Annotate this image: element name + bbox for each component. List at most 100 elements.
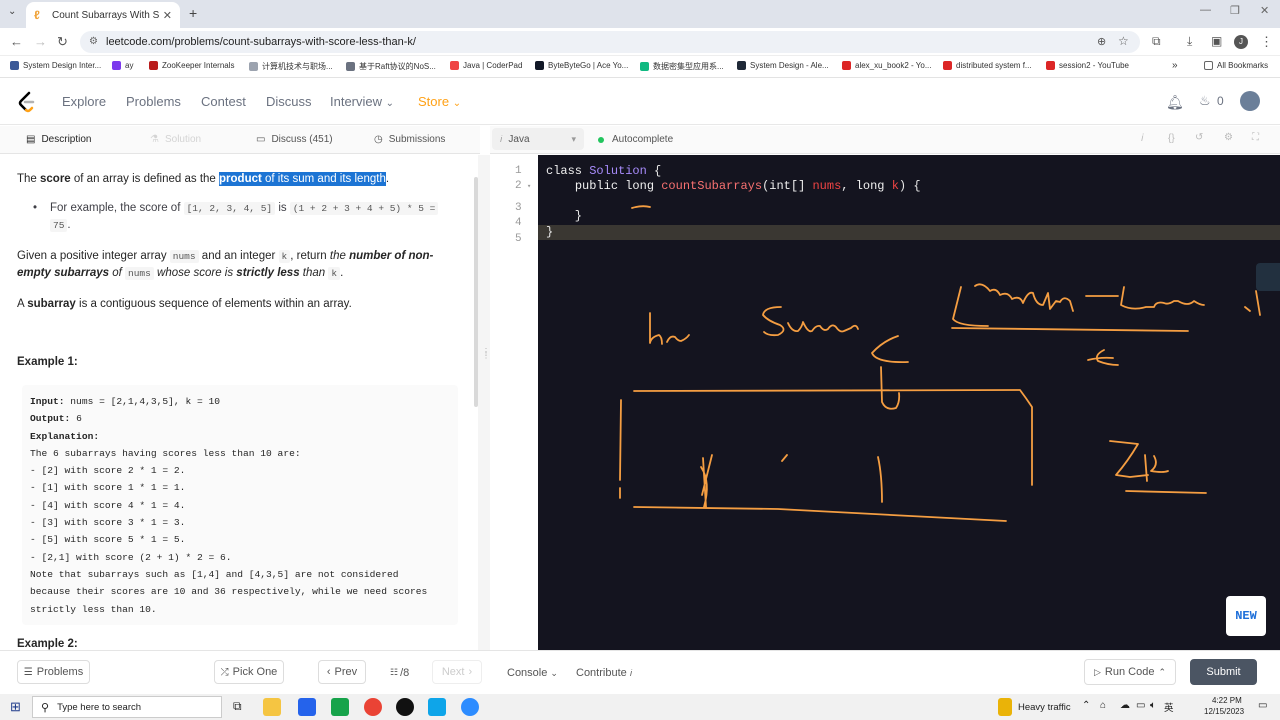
bookmark-item[interactable]: alex_xu_book2 - Yo... bbox=[842, 61, 932, 70]
all-bookmarks[interactable]: All Bookmarks bbox=[1204, 61, 1268, 70]
chrome-icon[interactable] bbox=[364, 698, 382, 716]
nav-contest[interactable]: Contest bbox=[201, 94, 246, 109]
nav-interview[interactable]: Interview ⌄ bbox=[330, 94, 394, 109]
problems-list-button[interactable]: ☰ Problems bbox=[17, 660, 90, 684]
new-badge-button[interactable]: NEW bbox=[1226, 596, 1266, 636]
nav-problems[interactable]: Problems bbox=[126, 94, 181, 109]
bookmark-item[interactable]: 计算机技术与职场... bbox=[249, 61, 333, 72]
settings-icon[interactable]: ⚙ bbox=[1224, 132, 1233, 143]
browser-tab[interactable]: ℓ Count Subarrays With Score Le... ✕ bbox=[26, 2, 180, 28]
chevron-down-icon: ⌄ bbox=[550, 668, 558, 678]
tab-list-icon[interactable]: ⌄ bbox=[8, 6, 16, 17]
clock-icon: ◷ bbox=[374, 134, 383, 145]
media-player-icon[interactable] bbox=[396, 698, 414, 716]
bookmark-item[interactable]: System Design - Ale... bbox=[737, 61, 829, 70]
bell-icon[interactable]: 🔔︎ bbox=[1166, 94, 1184, 111]
tab-description[interactable]: ▤ Description bbox=[26, 134, 91, 145]
leetcode-nav: Explore Problems Contest Discuss Intervi… bbox=[0, 78, 1280, 125]
taskbar-search[interactable]: ⚲ Type here to search bbox=[32, 696, 222, 718]
side-widget-tab[interactable] bbox=[1256, 263, 1280, 291]
autocomplete-toggle[interactable]: Autocomplete bbox=[598, 134, 673, 145]
status-dot bbox=[598, 136, 604, 143]
notification-icon[interactable]: ▭ bbox=[1258, 700, 1267, 711]
contribute-button[interactable]: Contribute 𝑖 bbox=[576, 667, 632, 679]
store-icon[interactable] bbox=[298, 698, 316, 716]
reset-icon[interactable]: ↺ bbox=[1195, 132, 1203, 143]
line-gutter: 1 2 ▾ 3 4 5 bbox=[490, 155, 538, 650]
bookmark-item[interactable]: ZooKeeper Internals bbox=[149, 61, 235, 70]
handwritten-annotations bbox=[619, 205, 1261, 522]
bookmark-item[interactable]: ByteByteGo | Ace Yo... bbox=[535, 61, 628, 70]
console-button[interactable]: Console ⌄ bbox=[507, 667, 558, 679]
cloud-icon[interactable]: ☁ bbox=[1120, 700, 1130, 711]
bookmark-star-icon[interactable]: ☆ bbox=[1118, 34, 1129, 48]
site-info-icon[interactable]: ⚙ bbox=[89, 31, 98, 53]
bookmark-item[interactable]: session2 - YouTube bbox=[1046, 61, 1129, 70]
info-icon[interactable]: 𝑖 bbox=[1141, 133, 1144, 144]
bookmark-item[interactable]: Java | CoderPad bbox=[450, 61, 522, 70]
url-field[interactable]: ⚙ leetcode.com/problems/count-subarrays-… bbox=[80, 31, 1140, 53]
zoom-icon[interactable]: ⊕ bbox=[1097, 35, 1106, 48]
info-icon: 𝑖 bbox=[629, 668, 633, 678]
bookmark-item[interactable]: distributed system f... bbox=[943, 61, 1032, 70]
leetcode-logo-icon[interactable] bbox=[18, 91, 36, 113]
sidepanel-icon[interactable]: ▣ bbox=[1211, 34, 1222, 48]
fire-icon[interactable]: ♨ bbox=[1199, 93, 1211, 109]
pick-one-button[interactable]: ⤮ Pick One bbox=[214, 660, 284, 684]
volume-icon[interactable]: 🔈︎ bbox=[1150, 700, 1156, 711]
zoom-app-icon[interactable] bbox=[461, 698, 479, 716]
ime-indicator[interactable]: 英 bbox=[1164, 700, 1174, 714]
code-area[interactable]: class Solution { public long countSubarr… bbox=[538, 155, 1280, 650]
user-avatar[interactable] bbox=[1240, 91, 1260, 111]
nav-discuss[interactable]: Discuss bbox=[266, 94, 312, 109]
new-tab-icon[interactable]: + bbox=[189, 5, 197, 21]
chevron-right-icon: › bbox=[468, 666, 473, 678]
panel-splitter[interactable]: ⋮ ⋮ bbox=[478, 155, 490, 650]
chat-icon: ▭ bbox=[256, 134, 266, 145]
bookmark-item[interactable]: 基于Raft协议的NoS... bbox=[346, 61, 436, 72]
shuffle-icon: ⤮ bbox=[220, 666, 229, 678]
reload-icon[interactable]: ↻ bbox=[57, 34, 68, 50]
bookmark-item[interactable]: 数据密集型应用系... bbox=[640, 61, 724, 72]
chevron-up-icon[interactable]: ⌃ bbox=[1082, 700, 1090, 711]
file-explorer-icon[interactable] bbox=[263, 698, 281, 716]
download-icon[interactable]: ⤓ bbox=[1187, 34, 1192, 49]
language-select[interactable]: 𝑖 Java ▾ bbox=[492, 128, 584, 150]
clock-time[interactable]: 4:22 PM bbox=[1212, 696, 1242, 705]
example-2-heading: Example 2: bbox=[17, 638, 78, 650]
tab-submissions[interactable]: ◷ Submissions bbox=[374, 134, 445, 145]
traffic-icon bbox=[998, 698, 1012, 716]
prev-button[interactable]: ‹ Prev bbox=[318, 660, 366, 684]
next-button[interactable]: Next › bbox=[432, 660, 482, 684]
submit-button[interactable]: Submit bbox=[1190, 659, 1257, 685]
windows-start-icon[interactable]: ⊞ bbox=[10, 699, 21, 715]
restore-icon[interactable]: ❐ bbox=[1230, 4, 1240, 17]
extensions-icon[interactable]: ⧉ bbox=[1152, 34, 1161, 49]
tab-discuss[interactable]: ▭ Discuss (451) bbox=[256, 134, 333, 145]
minimize-icon[interactable]: — bbox=[1200, 4, 1211, 16]
streak-count: 0 bbox=[1217, 94, 1224, 108]
clock-date[interactable]: 12/15/2023 bbox=[1204, 707, 1244, 716]
braces-icon[interactable]: {} bbox=[1168, 133, 1175, 144]
close-tab-icon[interactable]: ✕ bbox=[163, 9, 172, 22]
code-editor[interactable]: 1 2 ▾ 3 4 5 class Solution { public long … bbox=[490, 155, 1280, 650]
bookmark-item[interactable]: ay bbox=[112, 61, 133, 70]
profile-avatar[interactable]: J bbox=[1234, 35, 1248, 49]
menu-icon[interactable]: ⋮ bbox=[1260, 34, 1273, 50]
battery-icon[interactable]: ▭ bbox=[1136, 700, 1145, 711]
app-icon[interactable] bbox=[428, 698, 446, 716]
fullscreen-icon[interactable]: ⛶ bbox=[1252, 132, 1259, 143]
close-window-icon[interactable]: ✕ bbox=[1260, 4, 1269, 17]
bookmark-item[interactable]: System Design Inter... bbox=[10, 61, 101, 70]
tab-solution[interactable]: ⚗ Solution bbox=[150, 134, 201, 145]
run-code-button[interactable]: ▷ Run Code ⌃ bbox=[1084, 659, 1176, 685]
task-view-icon[interactable]: ⧉ bbox=[233, 699, 242, 714]
nav-explore[interactable]: Explore bbox=[62, 94, 106, 109]
browser-tab-bar: ⌄ ℓ Count Subarrays With Score Le... ✕ +… bbox=[0, 0, 1280, 28]
back-icon[interactable]: ← bbox=[10, 34, 23, 49]
forward-icon[interactable]: → bbox=[34, 34, 47, 49]
network-icon[interactable]: ⌂ bbox=[1100, 700, 1106, 711]
more-bookmarks-icon[interactable]: » bbox=[1172, 60, 1178, 71]
nav-store[interactable]: Store ⌄ bbox=[418, 94, 461, 109]
app-icon[interactable] bbox=[331, 698, 349, 716]
